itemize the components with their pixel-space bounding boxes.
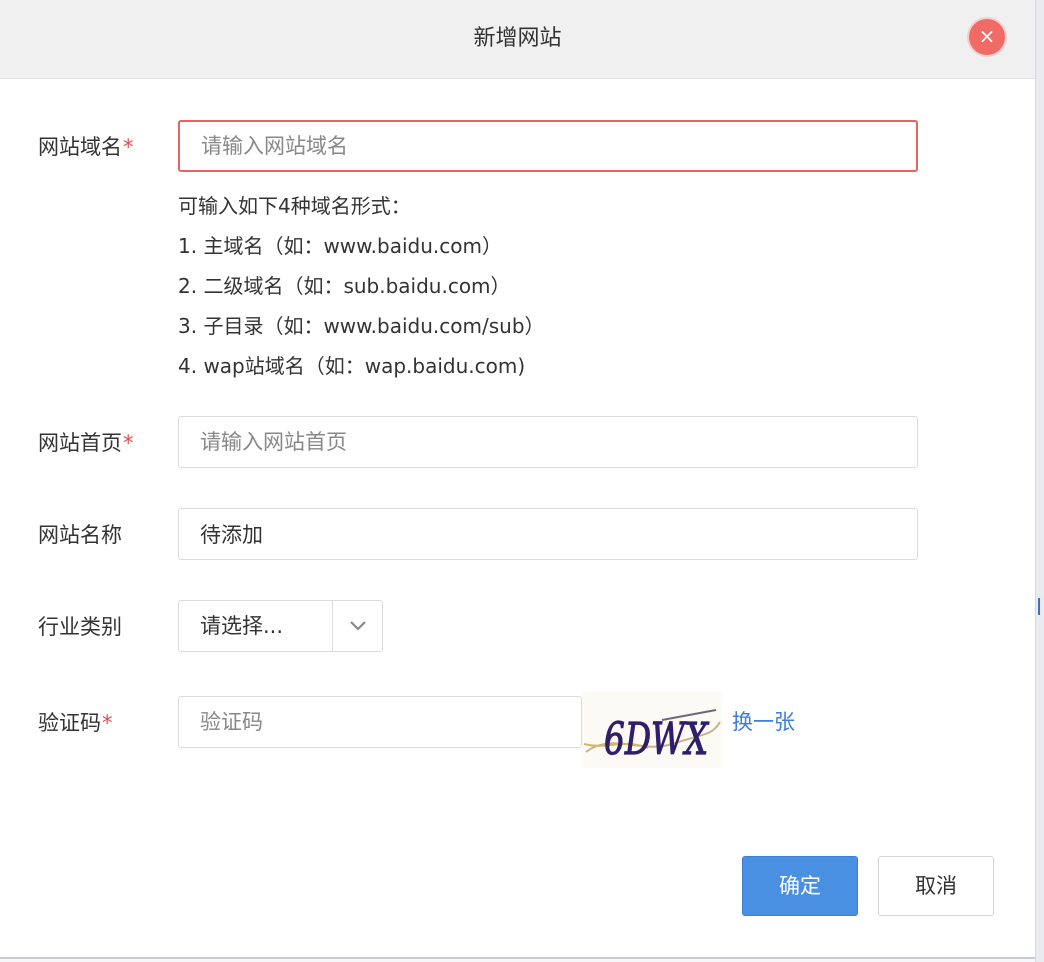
industry-select[interactable]: 请选择... [178,600,383,652]
captcha-image[interactable]: 6DWX [582,692,722,768]
dialog-header: 新增网站 × [0,0,1035,79]
close-button[interactable]: × [969,19,1005,55]
domain-hint-line: 3. 子目录（如：www.baidu.com/sub） [178,310,545,339]
homepage-input[interactable] [178,416,918,468]
homepage-label: 网站首页* [38,427,134,457]
industry-label-text: 行业类别 [38,615,122,639]
domain-label: 网站域名* [38,131,134,161]
domain-hint-line: 1. 主域名（如：www.baidu.com） [178,230,502,259]
captcha-input[interactable] [178,696,582,748]
homepage-label-text: 网站首页 [38,431,122,455]
add-website-dialog: 新增网站 × 网站域名* 可输入如下4种域名形式： 1. 主域名（如：www.b… [0,0,1035,959]
domain-hint-line: 可输入如下4种域名形式： [178,190,411,219]
domain-hint-line: 4. wap站域名（如：wap.baidu.com) [178,350,525,379]
refresh-captcha-link[interactable]: 换一张 [732,706,795,736]
chevron-down-icon [349,618,367,632]
industry-select-toggle[interactable] [332,601,383,651]
cancel-button[interactable]: 取消 [878,856,994,916]
domain-hint-line: 2. 二级域名（如：sub.baidu.com） [178,270,511,299]
site-name-label: 网站名称 [38,519,122,549]
required-mark: * [102,711,113,735]
required-mark: * [123,135,134,159]
captcha-label-text: 验证码 [38,711,101,735]
industry-select-value: 请选择... [200,601,283,651]
domain-label-text: 网站域名 [38,135,122,159]
backdrop-partial-text: l [1036,596,1042,621]
site-name-label-text: 网站名称 [38,523,122,547]
required-mark: * [123,431,134,455]
domain-input[interactable] [178,120,918,172]
dialog-title: 新增网站 [0,0,1035,78]
captcha-label: 验证码* [38,707,113,737]
confirm-button[interactable]: 确定 [742,856,858,916]
captcha-image-text: 6DWX [604,714,709,765]
site-name-input[interactable] [178,508,918,560]
close-icon: × [979,24,996,48]
backdrop-page-edge [1035,0,1044,962]
industry-label: 行业类别 [38,611,122,641]
